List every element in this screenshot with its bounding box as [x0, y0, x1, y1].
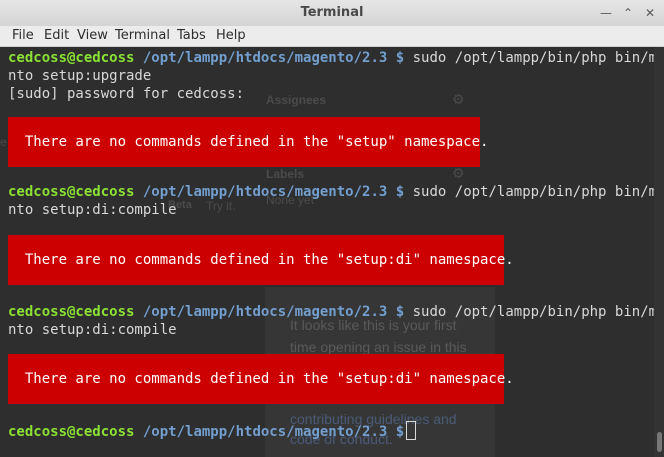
prompt-user: cedcoss@cedcoss	[8, 424, 135, 440]
error-message: There are no commands defined in the "se…	[8, 117, 488, 167]
menu-tabs[interactable]: Tabs	[177, 28, 206, 43]
prompt-path: /opt/lampp/htdocs/magento/2.3	[142, 304, 388, 320]
window-title: Terminal	[300, 5, 364, 20]
current-prompt-line[interactable]: cedcoss@cedcoss /opt/lampp/htdocs/magent…	[8, 421, 417, 440]
scrollbar-thumb[interactable]	[657, 432, 662, 452]
prompt-symbol: $	[395, 304, 405, 320]
scrollbar[interactable]	[654, 47, 664, 457]
error-message: There are no commands defined in the "se…	[8, 354, 514, 404]
menu-terminal[interactable]: Terminal	[115, 28, 170, 43]
terminal-window: Terminal — ⌃ ✕ File Edit View Terminal T…	[0, 0, 664, 457]
minimize-icon[interactable]: —	[598, 5, 614, 21]
menu-bar: File Edit View Terminal Tabs Help	[0, 26, 664, 47]
ghost-gear-icon: ⚙	[452, 91, 465, 107]
prompt-symbol: $	[395, 184, 405, 200]
prompt-symbol: $	[395, 424, 405, 440]
menu-edit[interactable]: Edit	[44, 28, 69, 43]
prompt-user: cedcoss@cedcoss	[8, 50, 135, 66]
command-continuation: nto setup:di:compile	[8, 322, 177, 338]
command-text: sudo /opt/lampp/bin/php bin/mage	[404, 50, 664, 66]
ghost-first-time-2: time opening an issue in this	[290, 339, 467, 355]
ghost-gear-icon-2: ⚙	[452, 165, 465, 181]
close-icon[interactable]: ✕	[642, 5, 658, 21]
maximize-icon[interactable]: ⌃	[620, 5, 636, 21]
command-text: sudo /opt/lampp/bin/php bin/mage	[404, 184, 664, 200]
prompt-user: cedcoss@cedcoss	[8, 304, 135, 320]
menu-view[interactable]: View	[77, 28, 108, 43]
command-continuation: nto setup:di:compile	[8, 202, 177, 218]
menu-help[interactable]: Help	[216, 28, 246, 43]
ghost-labels: Labels	[266, 167, 305, 181]
command-continuation: nto setup:upgrade	[8, 68, 152, 84]
prompt-user: cedcoss@cedcoss	[8, 184, 135, 200]
error-message: There are no commands defined in the "se…	[8, 235, 514, 285]
prompt-path: /opt/lampp/htdocs/magento/2.3	[142, 424, 388, 440]
command-text: sudo /opt/lampp/bin/php bin/mage	[404, 304, 664, 320]
prompt-line: cedcoss@cedcoss /opt/lampp/htdocs/magent…	[8, 303, 664, 321]
ghost-try-it: Try it.	[206, 199, 236, 213]
prompt-line: cedcoss@cedcoss /opt/lampp/htdocs/magent…	[8, 183, 664, 201]
sudo-prompt: [sudo] password for cedcoss:	[8, 86, 245, 102]
text-cursor	[406, 421, 417, 440]
prompt-line: cedcoss@cedcoss /opt/lampp/htdocs/magent…	[8, 49, 664, 67]
title-bar[interactable]: Terminal — ⌃ ✕	[0, 0, 664, 27]
prompt-symbol: $	[395, 50, 405, 66]
menu-file[interactable]: File	[12, 28, 34, 43]
prompt-path: /opt/lampp/htdocs/magento/2.3	[142, 184, 388, 200]
ghost-assignees: Assignees	[266, 93, 327, 107]
prompt-path: /opt/lampp/htdocs/magento/2.3	[142, 50, 388, 66]
terminal-output[interactable]: Assignees ⚙ e a different type Labels ⚙ …	[0, 47, 664, 457]
